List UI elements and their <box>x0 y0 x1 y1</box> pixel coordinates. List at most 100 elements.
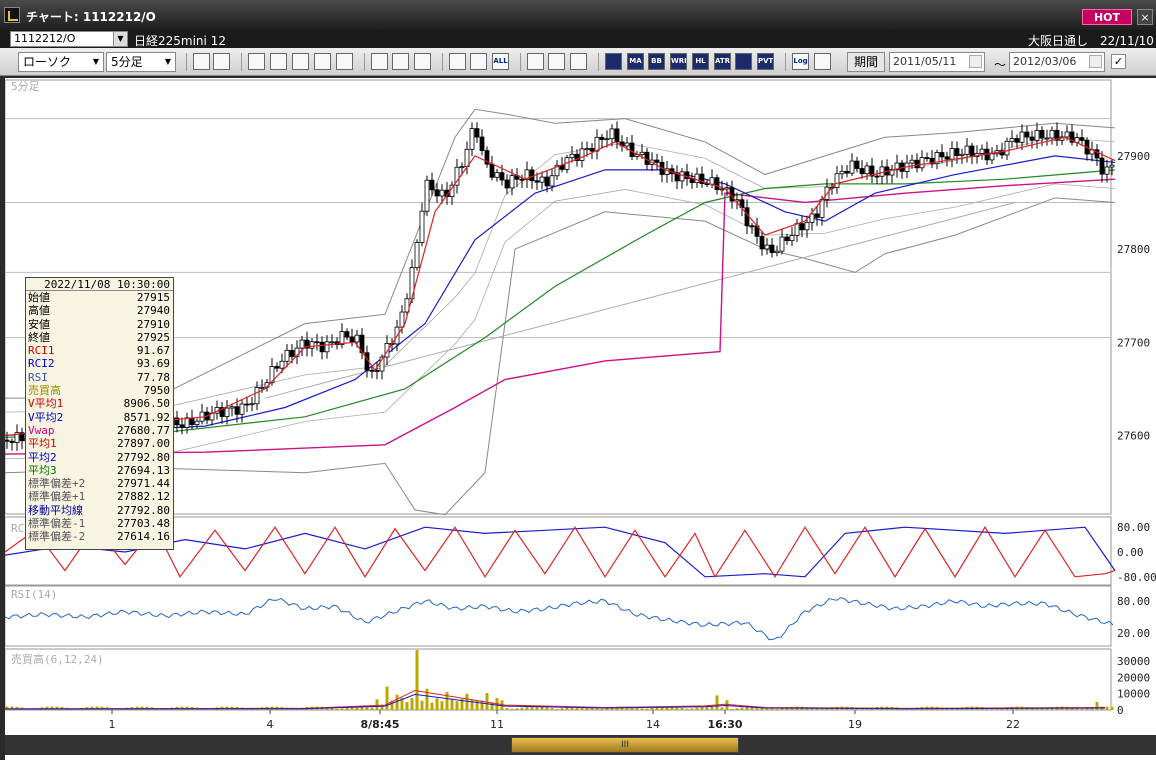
export-icon[interactable] <box>814 53 831 70</box>
volume-bar <box>820 708 824 710</box>
log-icon[interactable]: Log <box>792 53 809 70</box>
candle-body <box>639 151 645 156</box>
data-window-row: RCI1 91.67 <box>26 344 173 357</box>
candle-body <box>189 417 195 425</box>
wre-icon[interactable]: WRE <box>670 53 687 70</box>
data-row-label: V平均2 <box>28 410 64 424</box>
toolbar-separator <box>364 53 365 71</box>
search-icon[interactable] <box>193 53 210 70</box>
data-window-row: 売買高 7950 <box>26 384 173 397</box>
candle-body <box>969 145 975 157</box>
calendar-icon[interactable] <box>1089 55 1102 68</box>
multi-icon[interactable] <box>248 53 265 70</box>
data-window-row: 標準偏差+2 27971.44 <box>26 477 173 490</box>
volume-bar <box>520 707 524 710</box>
compare-icon[interactable] <box>292 53 309 70</box>
data-row-value: 91.67 <box>136 344 170 358</box>
data-row-value: 7950 <box>143 384 171 398</box>
chart-area[interactable]: 5分足 RCI RSI(14) 売買高(6,12,24) 27900 27800 27700… <box>5 78 1156 760</box>
arrow-icon[interactable] <box>414 53 431 70</box>
volume-tick-label: 0 <box>1117 704 1124 717</box>
volume-bar <box>550 708 554 710</box>
data-window-row: 始値 27915 <box>26 291 173 304</box>
candle-body <box>604 138 610 141</box>
candle-body <box>459 166 465 169</box>
cursor-icon[interactable] <box>392 53 409 70</box>
volume-bar <box>545 707 549 710</box>
scrollbar-thumb[interactable]: III <box>511 737 739 753</box>
candle-body <box>979 148 985 154</box>
candle-body <box>314 341 320 344</box>
candle-body <box>1049 129 1055 139</box>
candle-body <box>814 213 820 218</box>
chevron-down-icon[interactable]: ▼ <box>161 53 175 71</box>
rci-tick-label: -80.00 <box>1117 571 1156 584</box>
calendar-icon[interactable] <box>969 55 982 68</box>
chart-svg[interactable]: 5分足RCIRSI(14)売買高(6,12,24)279002780027700… <box>5 78 1156 735</box>
info-icon[interactable] <box>336 53 353 70</box>
ma-icon[interactable]: MA <box>627 53 644 70</box>
data-row-value: 93.69 <box>136 357 170 371</box>
data-row-value: 27910 <box>136 317 170 331</box>
volume-tick-label: 20000 <box>1117 671 1150 684</box>
candle-body <box>534 180 540 183</box>
date-to-field[interactable]: 2012/03/06 <box>1009 52 1105 72</box>
volume-bar <box>560 708 564 710</box>
pen-icon[interactable] <box>371 53 388 70</box>
rsi-tick-label: 20.00 <box>1117 627 1150 640</box>
candle-body <box>229 406 235 409</box>
volume-bar <box>405 701 409 710</box>
volume-bar <box>340 708 344 710</box>
ea-icon[interactable] <box>735 53 752 70</box>
chevron-down-icon[interactable]: ▼ <box>89 53 103 71</box>
color-icon[interactable] <box>570 53 587 70</box>
candle-body <box>324 341 330 353</box>
data-window-rows: 始値 27915 高値 27940 安値 27910 終値 27925 RCI1 91.67 RCI… <box>26 291 173 544</box>
chevron-down-icon[interactable]: ▼ <box>113 32 127 46</box>
draw-icon[interactable] <box>548 53 565 70</box>
candle-body <box>319 341 325 353</box>
close-icon[interactable]: × <box>1137 9 1153 25</box>
candle2-icon[interactable] <box>470 53 487 70</box>
exchange-date: 大阪日通し 22/11/10 <box>1028 34 1154 48</box>
cross-icon[interactable] <box>213 53 230 70</box>
x-tick-label: 22 <box>1006 718 1020 731</box>
candle-body <box>714 177 720 190</box>
x-tick-label: 14 <box>646 718 660 731</box>
chart-type-select[interactable]: ローソク ▼ <box>18 52 104 72</box>
chart-app-icon <box>4 7 20 23</box>
data-window-row: 標準偏差+1 27882.12 <box>26 490 173 503</box>
candle-body <box>589 148 595 152</box>
all-icon[interactable]: ALL <box>492 53 509 70</box>
volume-bar <box>410 698 414 710</box>
zoom-icon[interactable] <box>270 53 287 70</box>
candle-body <box>549 175 555 187</box>
candle-body <box>759 235 765 250</box>
bb-icon[interactable]: BB <box>648 53 665 70</box>
candle-body <box>794 223 800 236</box>
hl-icon[interactable]: HL <box>692 53 709 70</box>
period-checkbox[interactable]: ✓ <box>1111 54 1126 69</box>
data-window-row: Vwap 27680.77 <box>26 424 173 437</box>
volume-bar <box>445 692 449 710</box>
data-row-label: 売買高 <box>28 384 61 398</box>
shift-icon[interactable] <box>314 53 331 70</box>
data-row-label: 標準偏差+1 <box>28 490 86 504</box>
symbol-select[interactable]: 1112212/O ▼ <box>10 31 128 47</box>
candle-icon[interactable] <box>449 53 466 70</box>
pvt-icon[interactable]: PVT <box>757 53 774 70</box>
volume-bar <box>690 708 694 710</box>
candle-body <box>244 403 250 406</box>
sma-a-icon[interactable] <box>605 53 622 70</box>
tools-icon[interactable] <box>527 53 544 70</box>
hot-button[interactable]: HOT <box>1082 9 1132 25</box>
data-row-label: 安値 <box>28 317 50 331</box>
period-button[interactable]: 期間 <box>847 52 885 72</box>
interval-select[interactable]: 5分足 ▼ <box>106 52 176 72</box>
candle-body <box>579 148 585 161</box>
atr-icon[interactable]: ATR <box>714 53 731 70</box>
toolbar-separator <box>598 53 599 71</box>
date-from-field[interactable]: 2011/05/11 <box>889 52 985 72</box>
time-scrollbar[interactable]: III <box>5 735 1156 755</box>
candle-body <box>5 439 10 442</box>
